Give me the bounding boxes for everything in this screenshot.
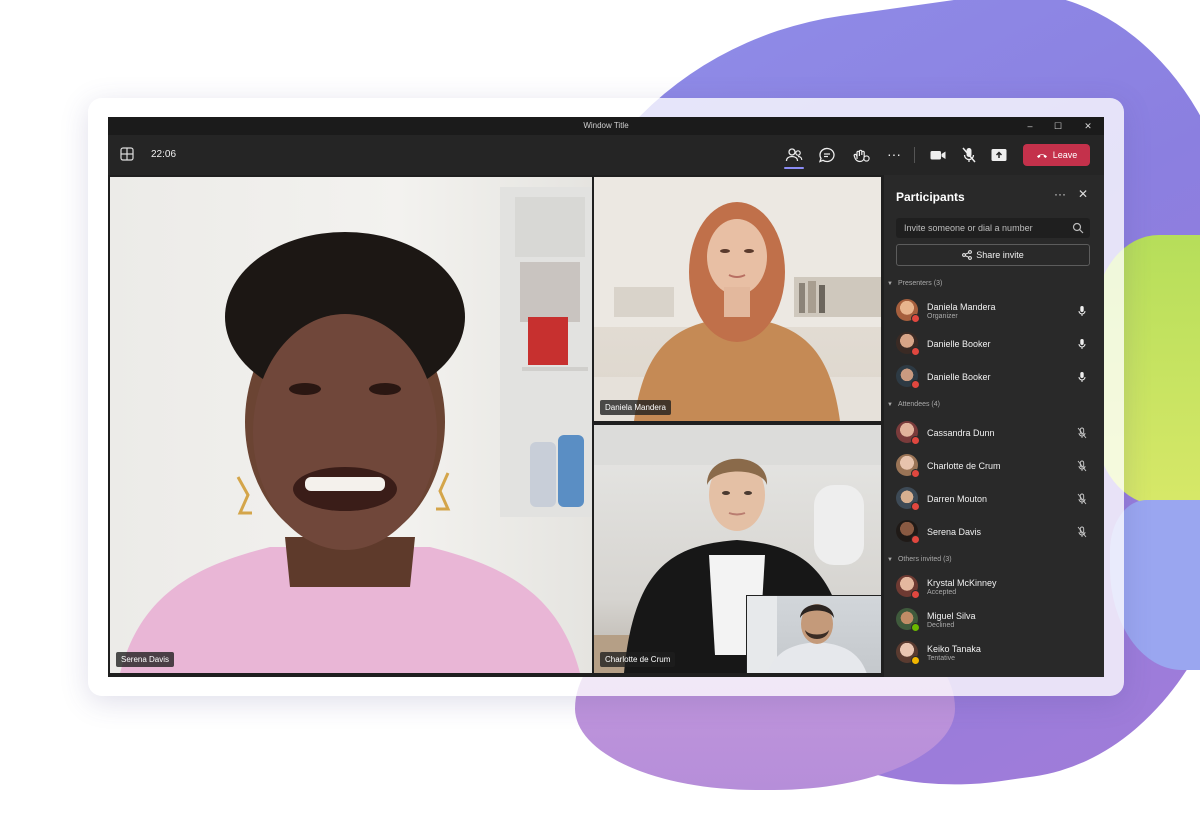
mic-muted-icon [1077, 460, 1087, 472]
mic-icon [1078, 306, 1086, 316]
self-view-image [747, 596, 867, 673]
leave-button[interactable]: Leave [1023, 144, 1090, 166]
status-busy-icon [911, 380, 920, 389]
status-busy-icon [911, 469, 920, 478]
self-view-video[interactable] [746, 595, 881, 673]
video-tile-bottom-right[interactable]: Charlotte de Crum [594, 425, 881, 673]
participant-name: Charlotte de Crum [927, 461, 1001, 471]
participant-row[interactable]: Daniela Mandera Organizer [896, 297, 1094, 325]
participant-status: Tentative [927, 655, 956, 662]
status-busy-icon [911, 436, 920, 445]
mic-muted-icon[interactable] [958, 144, 980, 166]
status-busy-icon [911, 502, 920, 511]
chat-icon[interactable] [816, 144, 838, 166]
video-tile-main[interactable]: Serena Davis [110, 177, 592, 673]
section-header-label: Others invited (3) [897, 556, 952, 563]
status-away-icon [911, 656, 920, 665]
participant-name: Cassandra Dunn [927, 428, 995, 438]
participant-status: Declined [927, 622, 955, 629]
status-busy-icon [911, 347, 920, 356]
status-available-icon [911, 623, 920, 632]
participant-video-image [120, 187, 592, 673]
status-busy-icon [911, 535, 920, 544]
participant-name-tag: Serena Davis [116, 652, 175, 667]
chevron-down-icon: ▼ [887, 281, 893, 287]
participant-name-tag: Charlotte de Crum [600, 652, 676, 667]
participant-name: Miguel Silva [927, 611, 976, 621]
toolbar-divider [914, 147, 915, 163]
participant-row[interactable]: Danielle Booker [896, 363, 1094, 391]
participant-row[interactable]: Cassandra Dunn [896, 419, 1094, 447]
participant-name: Daniela Mandera [927, 302, 996, 312]
panel-title: Participants [896, 190, 965, 204]
section-header-others-invited[interactable]: ▼ Others invited (3) [887, 556, 952, 563]
mic-muted-icon [1077, 526, 1087, 538]
mic-icon [1078, 339, 1086, 349]
layout-grid-icon[interactable] [120, 147, 134, 161]
participant-role: Organizer [927, 313, 958, 320]
participant-row[interactable]: Miguel Silva Declined [896, 606, 1094, 634]
mic-muted-icon [1077, 427, 1087, 439]
active-tab-indicator [784, 167, 804, 169]
camera-icon[interactable] [927, 144, 949, 166]
meeting-toolbar: 22:06 ··· Leave [108, 135, 1104, 175]
participant-row[interactable]: Charlotte de Crum [896, 452, 1094, 480]
reactions-icon[interactable] [850, 144, 872, 166]
participant-row[interactable]: Danielle Booker [896, 330, 1094, 358]
minimize-button[interactable]: – [1022, 119, 1038, 133]
participant-name: Danielle Booker [927, 372, 991, 382]
close-window-button[interactable]: ✕ [1080, 119, 1096, 133]
participant-row[interactable]: Serena Davis [896, 518, 1094, 546]
participants-panel: Participants ··· ✕ Invite someone or dia… [884, 175, 1104, 677]
meeting-timer: 22:06 [151, 149, 177, 160]
more-options-icon[interactable]: ··· [883, 144, 905, 166]
participant-name: Darren Mouton [927, 494, 988, 504]
video-tile-top-right[interactable]: Daniela Mandera [594, 177, 881, 421]
participant-row[interactable]: Krystal McKinney Accepted [896, 573, 1094, 601]
mic-muted-icon [1077, 493, 1087, 505]
status-busy-icon [911, 314, 920, 323]
chevron-down-icon: ▼ [887, 557, 893, 563]
mic-icon [1078, 372, 1086, 382]
participant-name: Krystal McKinney [927, 578, 997, 588]
search-placeholder: Invite someone or dial a number [904, 223, 1033, 233]
panel-more-icon[interactable]: ··· [1052, 187, 1068, 201]
window-title: Window Title [583, 121, 629, 130]
chevron-down-icon: ▼ [887, 402, 893, 408]
section-header-label: Presenters (3) [897, 280, 943, 287]
panel-close-icon[interactable]: ✕ [1076, 187, 1090, 201]
status-busy-icon [911, 590, 920, 599]
participant-row[interactable]: Keiko Tanaka Tentative [896, 639, 1094, 667]
participant-status: Accepted [927, 589, 957, 596]
participant-name-tag: Daniela Mandera [600, 400, 671, 415]
share-invite-button[interactable]: Share invite [896, 244, 1090, 266]
phone-hangup-icon [1036, 154, 1047, 158]
participant-row[interactable]: Darren Mouton [896, 485, 1094, 513]
participant-video-image [594, 177, 881, 421]
share-screen-icon[interactable] [988, 144, 1010, 166]
participant-name: Danielle Booker [927, 339, 991, 349]
leave-label: Leave [1052, 150, 1078, 160]
search-icon [1072, 222, 1084, 234]
meeting-window: Window Title – ☐ ✕ 22:06 ··· Leave Seren… [108, 117, 1104, 677]
invite-search-input[interactable]: Invite someone or dial a number [896, 218, 1090, 238]
maximize-button[interactable]: ☐ [1050, 119, 1066, 133]
title-bar: Window Title – ☐ ✕ [108, 117, 1104, 135]
participant-name: Keiko Tanaka [927, 644, 981, 654]
people-icon[interactable] [783, 144, 805, 166]
participant-name: Serena Davis [927, 527, 982, 537]
section-header-presenters[interactable]: ▼ Presenters (3) [887, 280, 942, 287]
section-header-attendees[interactable]: ▼ Attendees (4) [887, 401, 940, 408]
section-header-label: Attendees (4) [897, 401, 940, 408]
share-invite-label: Share invite [976, 250, 1024, 260]
share-icon [962, 250, 973, 260]
